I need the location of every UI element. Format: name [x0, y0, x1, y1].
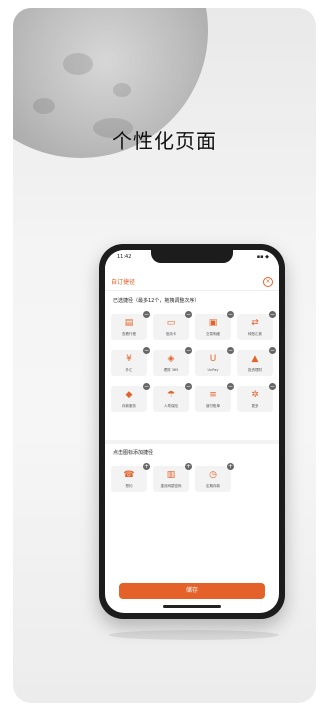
shortcut-label: 理财 365: [163, 368, 179, 372]
shortcut-tile[interactable]: ¥ 外汇 −: [111, 347, 150, 376]
moon-crater: [63, 53, 93, 75]
signal-icon: ▪▪ ◆: [256, 254, 269, 260]
clock-icon: ◷: [209, 470, 217, 480]
nav-bar: 自订捷径 ×: [105, 274, 279, 291]
moon-crater: [33, 98, 55, 114]
shortcut-label: 查看行程: [122, 332, 136, 336]
add-icon[interactable]: +: [143, 463, 150, 470]
app-store-screenshot-card: 个性化页面 11:42 ▪▪ ◆ 自订捷径 × 已选捷径（最多12个，拖拽调整次…: [13, 8, 316, 703]
shortcut-tile[interactable]: ▲ 投资理财 −: [237, 347, 276, 376]
phone-icon: ☎: [123, 470, 135, 480]
remove-icon[interactable]: −: [269, 383, 276, 390]
section-divider: [105, 440, 279, 444]
moon-crater: [113, 83, 131, 97]
shortcut-tile[interactable]: ▭ 信用卡 −: [153, 311, 192, 340]
gear-icon: ✲: [251, 390, 259, 400]
umbrella-icon: ☂: [166, 390, 176, 400]
shortcut-tile[interactable]: ✲ 更多 −: [237, 383, 276, 412]
deposit-icon: ◆: [125, 390, 133, 400]
lock-icon: ▥: [166, 470, 176, 480]
receipt-icon: ▣: [208, 318, 218, 328]
add-icon[interactable]: +: [227, 463, 234, 470]
shortcut-label: 人寿保险: [164, 404, 178, 408]
save-button[interactable]: 储存: [119, 583, 265, 599]
phone-shadow: [109, 630, 279, 640]
shortcut-label: 信用卡: [165, 332, 177, 336]
shortcut-label: 重设网银密码: [160, 484, 182, 488]
shortcut-label: 预约: [125, 484, 133, 488]
shortcut-tile[interactable]: ▤ 查看行程 −: [111, 311, 150, 340]
remove-icon[interactable]: −: [269, 347, 276, 354]
shortcut-label: 定期存款: [206, 484, 220, 488]
phone-screen: 11:42 ▪▪ ◆ 自订捷径 × 已选捷径（最多12个，拖拽调整次序） ▤ 查看…: [105, 250, 279, 613]
unionpay-icon: U: [209, 354, 217, 364]
status-time: 11:42: [117, 254, 132, 260]
phone-mockup: 11:42 ▪▪ ◆ 自订捷径 × 已选捷径（最多12个，拖拽调整次序） ▤ 查看…: [99, 244, 285, 619]
wealth-icon: ◈: [167, 354, 175, 364]
remove-icon[interactable]: −: [143, 347, 150, 354]
added-section-title: 已选捷径（最多12个，拖拽调整次序）: [113, 298, 200, 304]
page-headline: 个性化页面: [112, 129, 217, 153]
shortcut-tile[interactable]: ≡ 缴付账单 −: [195, 383, 234, 412]
chart-icon: ▲: [251, 354, 259, 364]
remove-icon[interactable]: −: [185, 311, 192, 318]
remove-icon[interactable]: −: [227, 311, 234, 318]
close-icon[interactable]: ×: [263, 277, 273, 287]
card-icon: ▭: [166, 318, 176, 328]
remove-icon[interactable]: −: [269, 311, 276, 318]
shortcut-tile[interactable]: ◆ 存款服务 −: [111, 383, 150, 412]
shortcut-label: 外汇: [125, 368, 133, 372]
add-icon[interactable]: +: [185, 463, 192, 470]
shortcut-label: 交易明细: [206, 332, 220, 336]
shortcut-label: 存款服务: [122, 404, 136, 408]
nav-title: 自订捷径: [111, 279, 136, 286]
exchange-icon: ¥: [126, 354, 132, 364]
remove-icon[interactable]: −: [185, 383, 192, 390]
shortcut-label: 转账汇款: [248, 332, 262, 336]
remove-icon[interactable]: −: [143, 311, 150, 318]
document-icon: ▤: [124, 318, 134, 328]
remove-icon[interactable]: −: [227, 347, 234, 354]
shortcut-tile[interactable]: ◈ 理财 365 −: [153, 347, 192, 376]
added-shortcuts-grid: ▤ 查看行程 − ▭ 信用卡 − ▣ 交易明细 − ⇄ 转账汇款 − ¥ 外汇 − ◈ 理财 365 − U UnPa…: [111, 311, 276, 412]
remove-icon[interactable]: −: [185, 347, 192, 354]
shortcut-tile[interactable]: ▣ 交易明细 −: [195, 311, 234, 340]
phone-notch: [151, 250, 233, 263]
transfer-icon: ⇄: [251, 318, 259, 328]
shortcut-tile[interactable]: ▥ 重设网银密码 +: [153, 463, 192, 492]
remove-icon[interactable]: −: [143, 383, 150, 390]
available-shortcuts-grid: ☎ 预约 + ▥ 重设网银密码 + ◷ 定期存款 +: [111, 463, 273, 492]
shortcut-tile[interactable]: ◷ 定期存款 +: [195, 463, 234, 492]
bill-icon: ≡: [209, 390, 217, 400]
shortcut-tile[interactable]: ☂ 人寿保险 −: [153, 383, 192, 412]
shortcut-label: 投资理财: [248, 368, 262, 372]
shortcut-tile[interactable]: U UnPay −: [195, 347, 234, 376]
available-section-title: 点击图标添加捷径: [113, 450, 154, 456]
home-indicator: [163, 605, 221, 608]
shortcut-tile[interactable]: ☎ 预约 +: [111, 463, 150, 492]
remove-icon[interactable]: −: [227, 383, 234, 390]
shortcut-label: UnPay: [207, 368, 219, 372]
shortcut-tile[interactable]: ⇄ 转账汇款 −: [237, 311, 276, 340]
shortcut-label: 缴付账单: [206, 404, 220, 408]
shortcut-label: 更多: [251, 404, 259, 408]
